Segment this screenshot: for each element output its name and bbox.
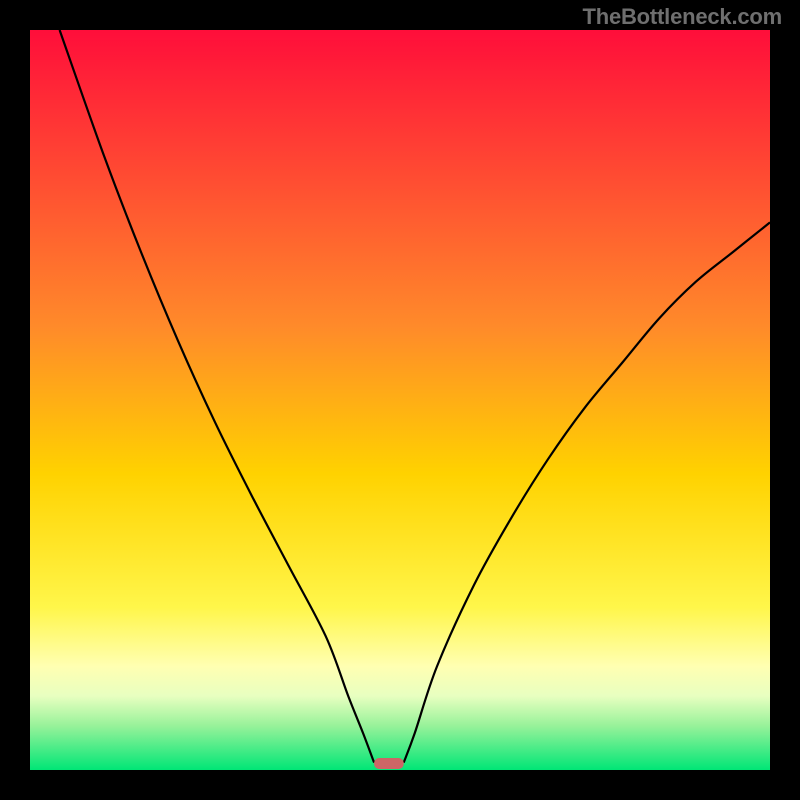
bottom-marker xyxy=(374,758,404,769)
chart-container: TheBottleneck.com xyxy=(0,0,800,800)
bottleneck-chart xyxy=(0,0,800,800)
watermark-label: TheBottleneck.com xyxy=(582,4,782,30)
plot-background xyxy=(30,30,770,770)
